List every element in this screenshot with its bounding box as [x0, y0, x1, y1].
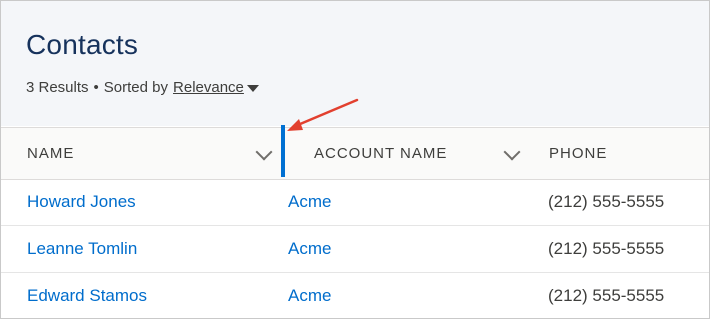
table-row: Leanne Tomlin Acme (212) 555-5555	[1, 226, 709, 273]
account-name-link[interactable]: Acme	[288, 179, 331, 225]
phone-value: (212) 555-5555	[548, 239, 665, 258]
sorted-by-label: Sorted by	[103, 79, 169, 96]
table-row: Edward Stamos Acme (212) 555-5555	[1, 273, 709, 318]
page-title: Contacts	[26, 29, 139, 60]
contact-name-link[interactable]: Leanne Tomlin	[27, 226, 137, 272]
caret-down-icon[interactable]	[246, 85, 259, 92]
sort-field-label[interactable]: Relevance	[173, 79, 244, 96]
phone-value: (212) 555-5555	[548, 192, 665, 211]
account-name-link[interactable]: Acme	[288, 273, 331, 318]
meta-separator: •	[93, 79, 99, 96]
column-header-name[interactable]: NAME	[27, 128, 277, 179]
list-meta: 3 Results • Sorted by Relevance	[26, 79, 259, 96]
account-name-link[interactable]: Acme	[288, 226, 331, 272]
table-row: Howard Jones Acme (212) 555-5555	[1, 179, 709, 226]
arrow-icon	[287, 98, 359, 131]
column-header-phone[interactable]: PHONE	[549, 128, 709, 179]
contact-name-link[interactable]: Edward Stamos	[27, 273, 147, 318]
contact-name-link[interactable]: Howard Jones	[27, 179, 136, 225]
contacts-list-card: Contacts 3 Results • Sorted by Relevance…	[0, 0, 710, 319]
result-count: 3 Results	[26, 79, 89, 96]
sort-dropdown[interactable]: Relevance	[173, 79, 259, 96]
phone-value: (212) 555-5555	[548, 286, 665, 305]
